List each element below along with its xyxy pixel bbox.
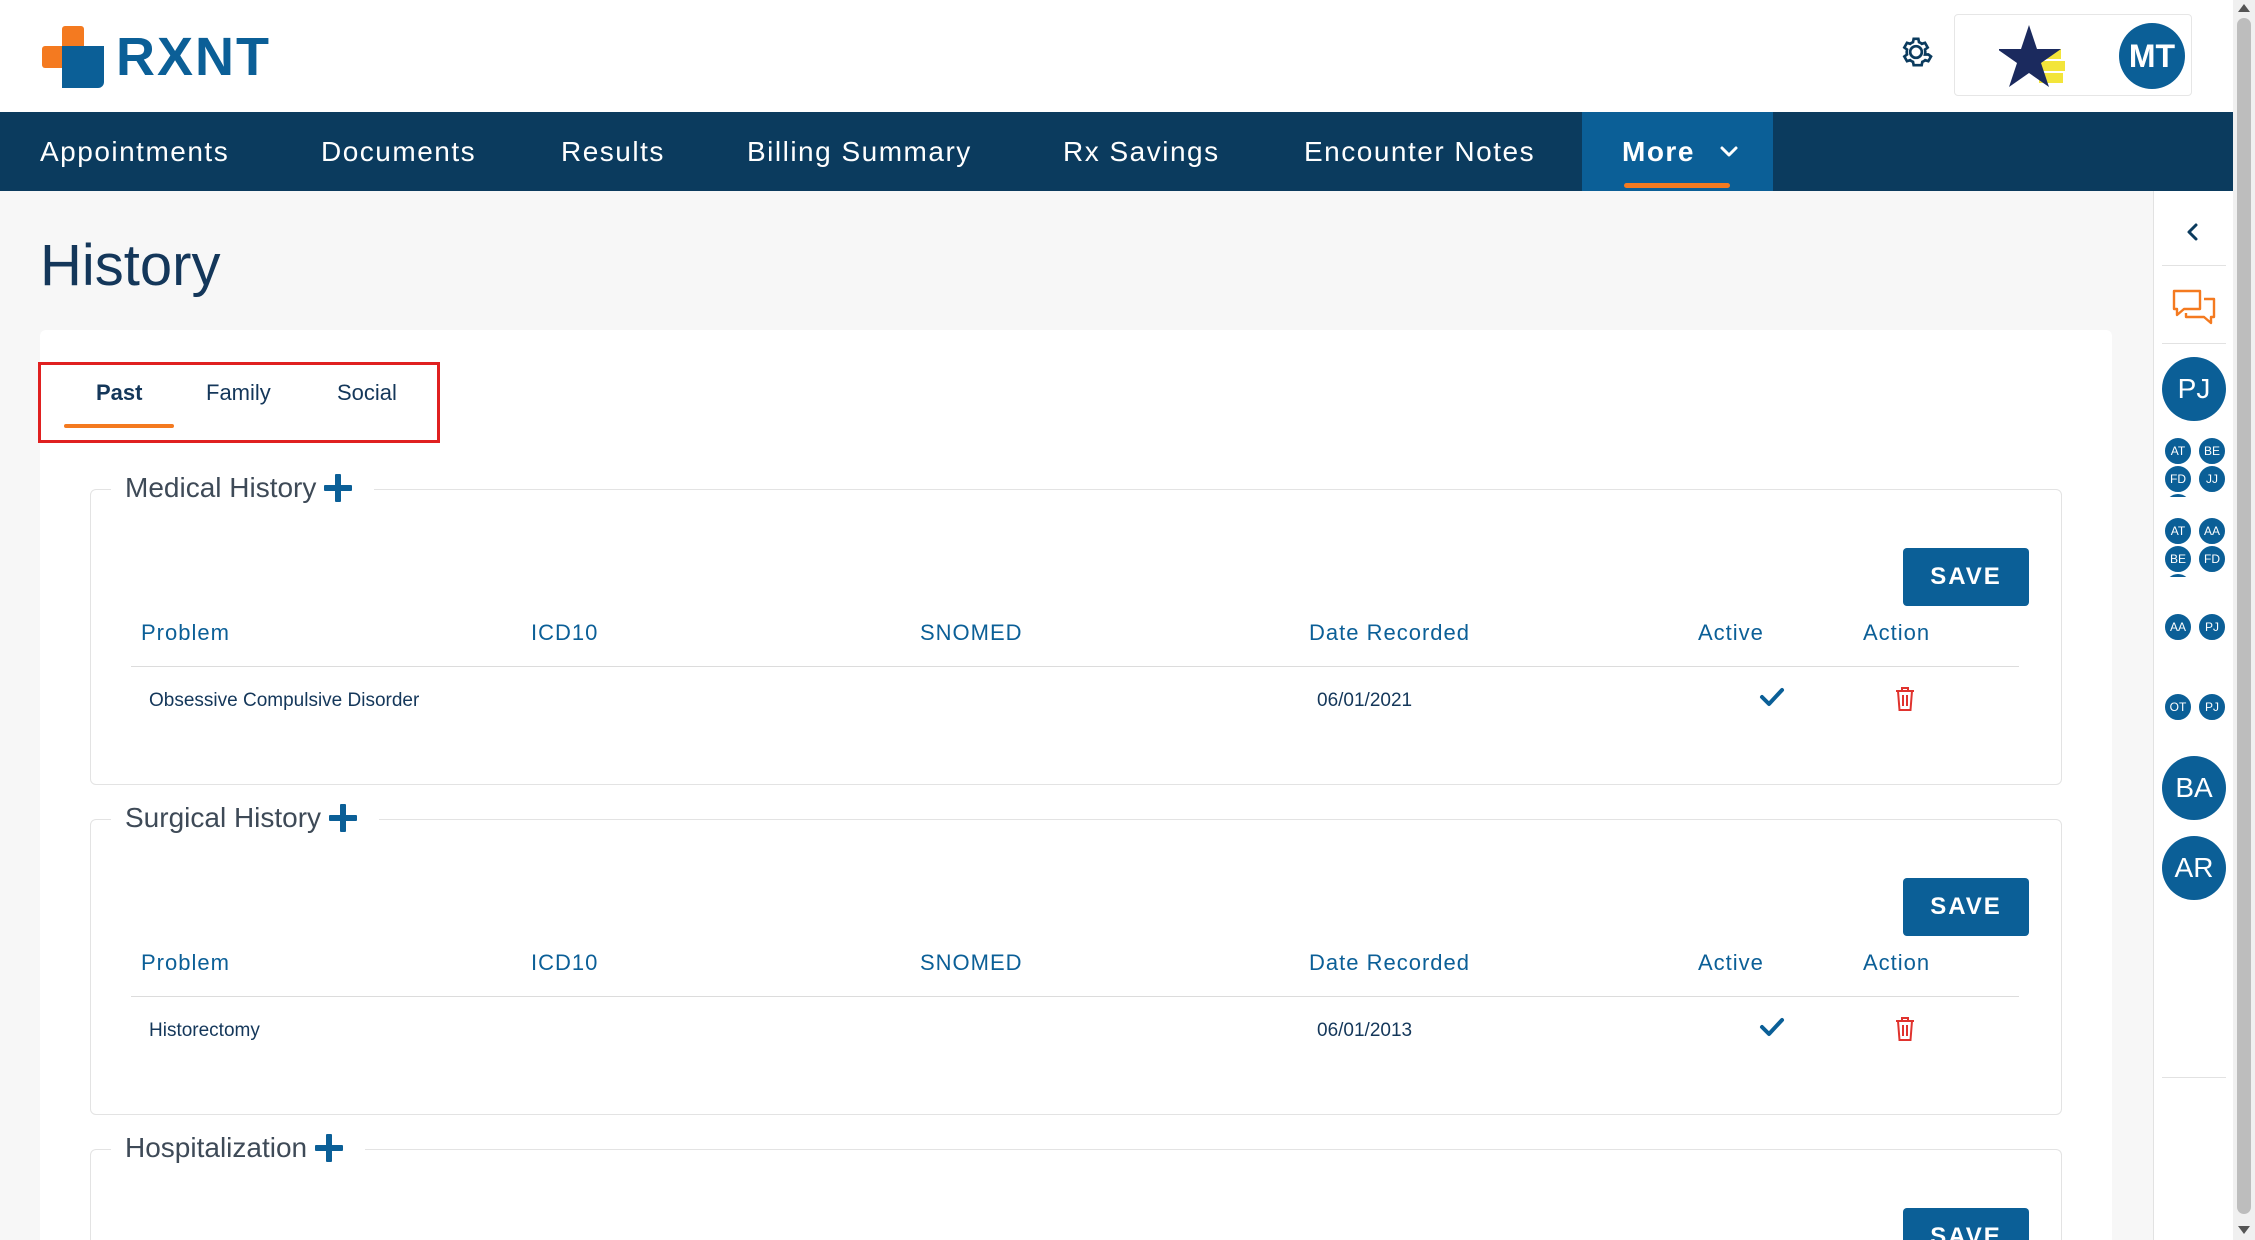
nav-results[interactable]: Results (561, 112, 665, 191)
contact-avatar-pj[interactable]: PJ (2162, 357, 2226, 421)
medical-history-legend: Medical History (111, 460, 375, 516)
surgical-history-legend: Surgical History (111, 790, 380, 846)
add-hospitalization-plus-icon[interactable] (315, 1134, 344, 1162)
column-problem: Problem (141, 950, 230, 975)
tab-family[interactable]: Family (206, 380, 271, 414)
mini-avatar: BE (2164, 545, 2192, 573)
checkmark-icon (1760, 1018, 1784, 1036)
add-surgical-history-plus-icon[interactable] (329, 804, 358, 832)
table-header-divider (131, 666, 2019, 667)
rail-divider (2162, 1077, 2226, 1078)
nav-appointments[interactable]: Appointments (40, 112, 229, 191)
mini-avatar: JJ (2164, 493, 2192, 497)
page-scrollbar[interactable] (2233, 0, 2255, 1240)
rail-divider (2162, 343, 2226, 344)
medical-history-section: Medical History SAVE Problem ICD10 SNOME… (90, 460, 2062, 785)
chevron-left-icon[interactable] (2182, 221, 2204, 243)
rail-divider (2162, 265, 2226, 266)
scrollbar-thumb[interactable] (2237, 18, 2251, 1214)
column-action: Action (1863, 620, 1931, 645)
nav-encounter-notes[interactable]: Encounter Notes (1304, 112, 1535, 191)
row-date-recorded: 06/01/2013 (1317, 1020, 1413, 1041)
scroll-up-arrow-icon[interactable] (2238, 4, 2250, 12)
scroll-down-arrow-icon[interactable] (2238, 1226, 2250, 1234)
column-date-recorded: Date Recorded (1309, 620, 1470, 645)
top-header: RXNT MT (0, 0, 2233, 112)
save-hospitalization-button[interactable]: SAVE (1903, 1208, 2029, 1240)
column-snomed: SNOMED (920, 950, 1023, 975)
group-avatar-4[interactable]: OT PJ (2162, 691, 2226, 725)
mini-avatar: AA (2198, 517, 2226, 545)
logo-text: RXNT (116, 27, 271, 87)
surgical-history-section: Surgical History SAVE Problem ICD10 SNOM… (90, 790, 2062, 1115)
add-medical-history-plus-icon[interactable] (324, 474, 353, 502)
nav-more-dropdown[interactable]: More (1582, 112, 1773, 191)
row-date-recorded: 06/01/2021 (1317, 690, 1413, 711)
nav-documents[interactable]: Documents (321, 112, 476, 191)
table-header-divider (131, 996, 2019, 997)
contact-avatar-ba[interactable]: BA (2162, 756, 2226, 820)
group-avatar-1[interactable]: AT BE FD JJ JJ (2162, 435, 2226, 497)
section-title: Surgical History (125, 802, 322, 833)
mini-avatar: FD (2164, 465, 2192, 493)
right-rail: PJ AT BE FD JJ JJ AT AA BE FD JJ AA PJ O… (2153, 191, 2233, 1240)
column-action: Action (1863, 950, 1931, 975)
mini-avatar: AA (2164, 613, 2192, 641)
contact-avatar-ar[interactable]: AR (2162, 836, 2226, 900)
nav-billing-summary[interactable]: Billing Summary (747, 112, 972, 191)
page-title: History (40, 233, 221, 298)
tab-active-underline (64, 424, 174, 428)
nav-more-label: More (1622, 136, 1695, 167)
active-underline (1624, 183, 1730, 188)
row-problem: Historectomy (149, 1020, 260, 1041)
column-active: Active (1698, 950, 1764, 975)
trash-icon[interactable] (1894, 1016, 1916, 1042)
column-snomed: SNOMED (920, 620, 1023, 645)
profile-card[interactable]: MT (1954, 14, 2192, 96)
chevron-down-icon (1720, 146, 1738, 157)
save-surgical-history-button[interactable]: SAVE (1903, 878, 2029, 936)
column-icd10: ICD10 (531, 620, 599, 645)
gear-icon[interactable] (1896, 32, 1936, 72)
tab-past[interactable]: Past (96, 380, 142, 414)
user-avatar[interactable]: MT (2119, 23, 2185, 89)
hospitalization-section: Hospitalization SAVE (90, 1120, 2062, 1240)
column-problem: Problem (141, 620, 230, 645)
mini-avatar: BE (2198, 437, 2226, 465)
mini-avatar: PJ (2198, 693, 2226, 721)
group-avatar-3[interactable]: AA PJ (2162, 611, 2226, 645)
rxnt-logo[interactable]: RXNT (42, 26, 271, 88)
hospitalization-legend: Hospitalization (111, 1120, 366, 1176)
checkmark-icon (1760, 688, 1784, 706)
section-title: Medical History (125, 472, 317, 503)
row-problem: Obsessive Compulsive Disorder (149, 690, 420, 711)
column-icd10: ICD10 (531, 950, 599, 975)
mini-avatar: JJ (2164, 573, 2192, 577)
star-badge-icon (1999, 25, 2065, 87)
rxnt-cross-icon (42, 26, 104, 88)
tab-social[interactable]: Social (337, 380, 397, 414)
mini-avatar: AT (2164, 517, 2192, 545)
trash-icon[interactable] (1894, 686, 1916, 712)
column-active: Active (1698, 620, 1764, 645)
mini-avatar: AT (2164, 437, 2192, 465)
mini-avatar: OT (2164, 693, 2192, 721)
save-medical-history-button[interactable]: SAVE (1903, 548, 2029, 606)
mini-avatar: JJ (2198, 465, 2226, 493)
mini-avatar: FD (2198, 545, 2226, 573)
column-date-recorded: Date Recorded (1309, 950, 1470, 975)
chat-bubbles-icon[interactable] (2170, 287, 2216, 327)
nav-rx-savings[interactable]: Rx Savings (1063, 112, 1220, 191)
main-nav: Appointments Documents Results Billing S… (0, 112, 2233, 191)
group-avatar-2[interactable]: AT AA BE FD JJ (2162, 515, 2226, 577)
section-title: Hospitalization (125, 1132, 308, 1163)
mini-avatar: PJ (2198, 613, 2226, 641)
